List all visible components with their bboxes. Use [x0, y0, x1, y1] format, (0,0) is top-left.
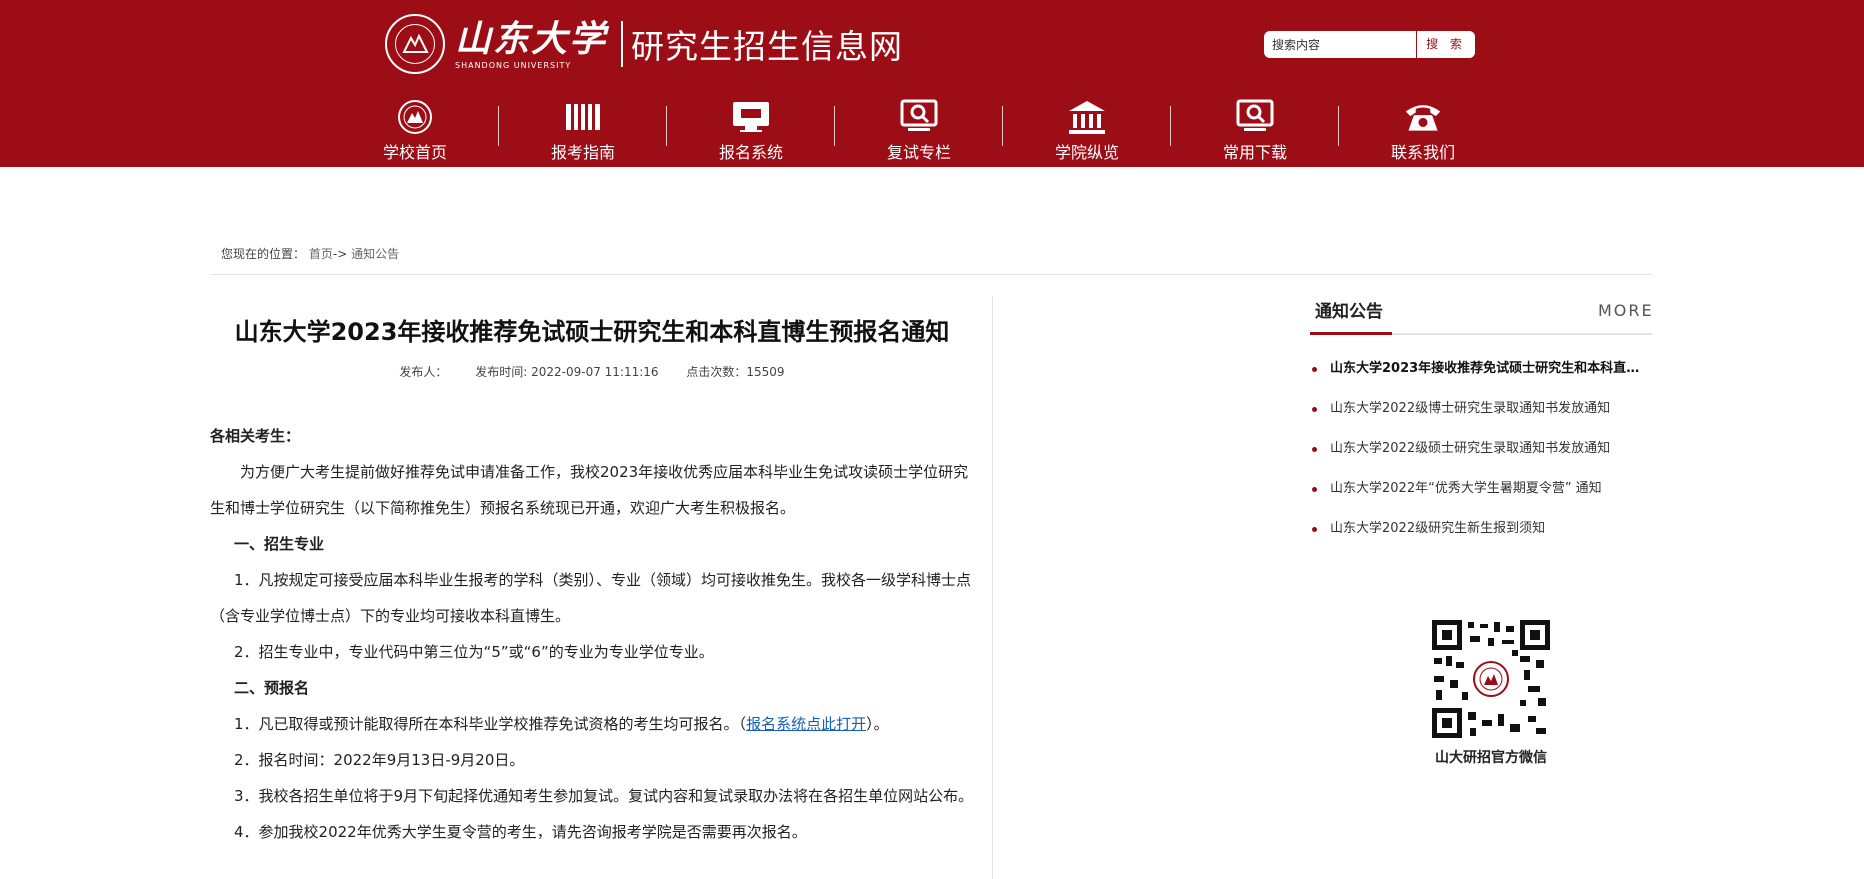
nav-separator	[1002, 106, 1003, 146]
article-meta: 发布人： 发布时间: 2022-09-07 11:11:16 点击次数：1550…	[210, 363, 974, 380]
nav-label: 联系我们	[1390, 143, 1455, 162]
notice-item[interactable]: 山东大学2022级研究生新生报到须知	[1310, 512, 1652, 552]
notice-list: 山东大学2023年接收推荐免试硕士研究生和本科直博生预报名通知 山东大学2022…	[1310, 352, 1652, 552]
breadcrumb-arrow: ->	[332, 247, 348, 261]
sidebar-title-underline	[1310, 332, 1392, 335]
section-heading: 二、预报名	[234, 679, 310, 697]
notice-item[interactable]: 山东大学2023年接收推荐免试硕士研究生和本科直博生预报名通知	[1310, 352, 1652, 392]
article-body: 各相关考生： 为方便广大考生提前做好推荐免试申请准备工作，我校2023年接收优秀…	[210, 418, 974, 850]
interview-icon	[899, 98, 939, 136]
download-icon	[1235, 98, 1275, 136]
wechat-qr-code	[1432, 620, 1550, 738]
article-title: 山东大学2023年接收推荐免试硕士研究生和本科直博生预报名通知	[234, 318, 950, 346]
section-heading: 一、招生专业	[234, 535, 325, 553]
guide-icon	[563, 98, 603, 136]
nav-label: 报名系统	[718, 143, 783, 162]
search-button[interactable]: 搜 索	[1416, 31, 1475, 58]
main-nav: 学校首页 报考指南 报名系统 复试专栏 学院纵览 常用下载 联系我们	[0, 98, 1864, 163]
nav-item-contact[interactable]: 联系我们	[1368, 98, 1478, 163]
search-input[interactable]	[1272, 31, 1422, 58]
site-title: 研究生招生信息网	[631, 27, 904, 66]
nav-label: 学院纵览	[1054, 143, 1119, 162]
institution-icon	[1067, 98, 1107, 136]
more-link[interactable]: MORE	[1598, 301, 1654, 320]
section-item: 1．凡按规定可接受应届本科毕业生报考的学科（类别）、专业（领域）均可接收推免生。…	[210, 571, 972, 625]
article-greeting: 各相关考生：	[210, 427, 301, 445]
section-item: 2．报名时间：2022年9月13日-9月20日。	[234, 751, 525, 769]
university-seal-icon	[385, 14, 445, 74]
nav-separator	[1338, 106, 1339, 146]
nav-item-downloads[interactable]: 常用下载	[1200, 98, 1310, 163]
notice-item[interactable]: 山东大学2022级博士研究生录取通知书发放通知	[1310, 392, 1652, 432]
nav-separator	[834, 106, 835, 146]
notice-item[interactable]: 山东大学2022级硕士研究生录取通知书发放通知	[1310, 432, 1652, 472]
phone-icon	[1403, 98, 1443, 136]
nav-item-interview[interactable]: 复试专栏	[864, 98, 974, 163]
section-item: 1．凡已取得或预计能取得所在本科毕业学校推荐免试资格的考生均可报名。（报名系统点…	[210, 706, 974, 742]
site-logo[interactable]: 山东大学 SHANDONG UNIVERSITY 研究生招生信息网	[385, 12, 903, 76]
nav-label: 学校首页	[382, 143, 447, 162]
qr-caption: 山大研招官方微信	[1435, 750, 1547, 766]
nav-item-registration[interactable]: 报名系统	[696, 98, 806, 163]
breadcrumb-current-link[interactable]: 通知公告	[351, 247, 399, 261]
search-box: 搜 索	[1264, 31, 1475, 58]
nav-label: 报考指南	[550, 143, 615, 162]
notice-item[interactable]: 山东大学2022年“优秀大学生暑期夏令营” 通知	[1310, 472, 1652, 512]
nav-separator	[666, 106, 667, 146]
article-publish-time: 发布时间: 2022-09-07 11:11:16	[475, 365, 659, 379]
logo-divider	[621, 21, 624, 67]
section-item: 4．参加我校2022年优秀大学生夏令营的考生，请先咨询报考学院是否需要再次报名。	[234, 823, 807, 841]
section-item: 2．招生专业中，专业代码中第三位为“5”或“6”的专业为专业学位专业。	[234, 643, 714, 661]
article-publisher: 发布人：	[399, 365, 448, 379]
nav-label: 复试专栏	[886, 143, 951, 162]
content-top-divider	[210, 274, 1652, 275]
nav-item-home[interactable]: 学校首页	[360, 98, 470, 163]
university-name-cn: 山东大学	[455, 17, 608, 60]
nav-item-guide[interactable]: 报考指南	[528, 98, 638, 163]
section-item: 3．我校各招生单位将于9月下旬起择优通知考生参加复试。复试内容和复试录取办法将在…	[234, 787, 974, 805]
column-divider	[992, 296, 993, 879]
nav-separator	[498, 106, 499, 146]
article-views: 点击次数：15509	[686, 365, 785, 379]
site-header: 山东大学 SHANDONG UNIVERSITY 研究生招生信息网 搜 索 学校…	[0, 0, 1864, 167]
item-text: ）。	[866, 715, 889, 733]
university-name-en: SHANDONG UNIVERSITY	[455, 60, 572, 70]
article-intro: 为方便广大考生提前做好推荐免试申请准备工作，我校2023年接收优秀应届本科毕业生…	[210, 463, 969, 517]
item-text: 1．凡已取得或预计能取得所在本科毕业学校推荐免试资格的考生均可报名。（	[234, 715, 747, 733]
university-seal-icon	[395, 98, 435, 136]
nav-separator	[1170, 106, 1171, 146]
breadcrumb-prefix: 您现在的位置：	[221, 247, 306, 261]
sidebar-title: 通知公告	[1315, 302, 1383, 322]
nav-label: 常用下载	[1222, 143, 1287, 162]
breadcrumb: 您现在的位置： 首页-> 通知公告	[221, 245, 399, 262]
registration-icon	[731, 98, 771, 136]
nav-item-institutions[interactable]: 学院纵览	[1032, 98, 1142, 163]
registration-system-link[interactable]: 报名系统点此打开	[746, 715, 866, 733]
breadcrumb-home-link[interactable]: 首页	[309, 247, 333, 261]
